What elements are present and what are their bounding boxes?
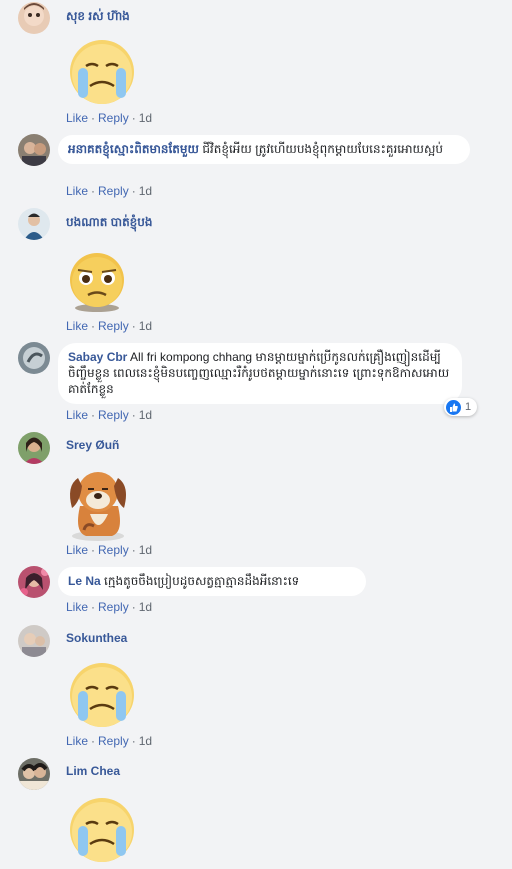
reply-link[interactable]: Reply (98, 184, 129, 198)
comment-item: បងណាត បាត់ខ្ញុំបង Like · Reply · 1d (18, 208, 488, 336)
reply-link[interactable]: Reply (98, 319, 129, 333)
avatar[interactable] (18, 758, 50, 790)
timestamp[interactable]: 1d (139, 408, 152, 422)
comment-actions: Like · Reply · 1d (66, 408, 153, 422)
comment-text: ក្មេងតូចចឹងប្រៀបដូចសត្វត្មាត្មានដឹងអីនោះ… (104, 574, 300, 588)
comment-bubble: Sabay Cbr All fri kompong chhang មានម្ដា… (58, 343, 462, 404)
comment-thread: សុខ រស់ ហ៊ាង Like · Reply · 1d អនាគតខ្ញុំស្ម… (6, 0, 504, 862)
comment-actions: Like · Reply · 1d (66, 111, 153, 125)
reaction-count-value: 1 (465, 401, 472, 413)
commenter-name[interactable]: អនាគតខ្ញុំស្មោះពិតមានតែមួយ (68, 142, 199, 156)
avatar[interactable] (18, 566, 50, 598)
crying-face-sticker (64, 794, 140, 869)
avatar[interactable] (18, 432, 50, 464)
reply-link[interactable]: Reply (98, 734, 129, 748)
commenter-name[interactable]: Srey Øuñ (66, 438, 119, 452)
avatar[interactable] (18, 134, 50, 166)
crying-face-sticker (64, 659, 140, 734)
timestamp[interactable]: 1d (139, 319, 152, 333)
timestamp[interactable]: 1d (139, 184, 152, 198)
comment-item: Lim Chea (18, 758, 488, 862)
comment-item: Srey Øuñ Like · Reply · 1d (18, 432, 488, 558)
crying-face-sticker (64, 36, 140, 111)
timestamp[interactable]: 1d (139, 600, 152, 614)
comment-actions: Like · Reply · 1d (66, 734, 153, 748)
timestamp[interactable]: 1d (139, 111, 152, 125)
timestamp[interactable]: 1d (139, 734, 152, 748)
like-reaction-icon (446, 399, 461, 415)
like-link[interactable]: Like (66, 734, 88, 748)
comment-bubble: អនាគតខ្ញុំស្មោះពិតមានតែមួយ ជីវិតខ្ញុំអើយ… (58, 135, 470, 164)
comment-item: Le Na ក្មេងតូចចឹងប្រៀបដូចសត្វត្មាត្មានដឹ… (18, 566, 488, 616)
sad-puppy-sticker (64, 466, 134, 547)
comment-item: សុខ រស់ ហ៊ាង Like · Reply · 1d (18, 2, 488, 127)
like-link[interactable]: Like (66, 111, 88, 125)
commenter-name[interactable]: Le Na (68, 574, 101, 588)
timestamp[interactable]: 1d (139, 543, 152, 557)
reply-link[interactable]: Reply (98, 408, 129, 422)
commenter-name[interactable]: សុខ រស់ ហ៊ាង (66, 8, 130, 26)
reply-link[interactable]: Reply (98, 111, 129, 125)
avatar[interactable] (18, 342, 50, 374)
avatar[interactable] (18, 625, 50, 657)
avatar[interactable] (18, 2, 50, 34)
comment-actions: Like · Reply · 1d (66, 543, 153, 557)
commenter-name[interactable]: Sabay Cbr (68, 350, 127, 364)
commenter-name[interactable]: បងណាត បាត់ខ្ញុំបង (66, 214, 153, 232)
comment-item: Sokunthea Like · Reply · 1d (18, 625, 488, 750)
like-link[interactable]: Like (66, 543, 88, 557)
like-link[interactable]: Like (66, 184, 88, 198)
comment-item: Sabay Cbr All fri kompong chhang មានម្ដា… (18, 342, 488, 426)
commenter-name[interactable]: Lim Chea (66, 764, 120, 778)
commenter-name[interactable]: Sokunthea (66, 631, 127, 645)
comment-actions: Like · Reply · 1d (66, 184, 153, 198)
comment-actions: Like · Reply · 1d (66, 600, 153, 614)
avatar[interactable] (18, 208, 50, 240)
comment-item: អនាគតខ្ញុំស្មោះពិតមានតែមួយ ជីវិតខ្ញុំអើយ… (18, 134, 488, 200)
comment-text: ជីវិតខ្ញុំអើយ ត្រូវហើយបងខ្ញុំពុកម្ដាយបែន… (202, 142, 444, 156)
like-link[interactable]: Like (66, 408, 88, 422)
comment-actions: Like · Reply · 1d (66, 319, 153, 333)
reaction-count[interactable]: 1 (444, 398, 478, 416)
like-link[interactable]: Like (66, 319, 88, 333)
reply-link[interactable]: Reply (98, 600, 129, 614)
reply-link[interactable]: Reply (98, 543, 129, 557)
like-link[interactable]: Like (66, 600, 88, 614)
comment-bubble: Le Na ក្មេងតូចចឹងប្រៀបដូចសត្វត្មាត្មានដឹ… (58, 567, 366, 596)
pleading-face-sticker (64, 248, 130, 319)
